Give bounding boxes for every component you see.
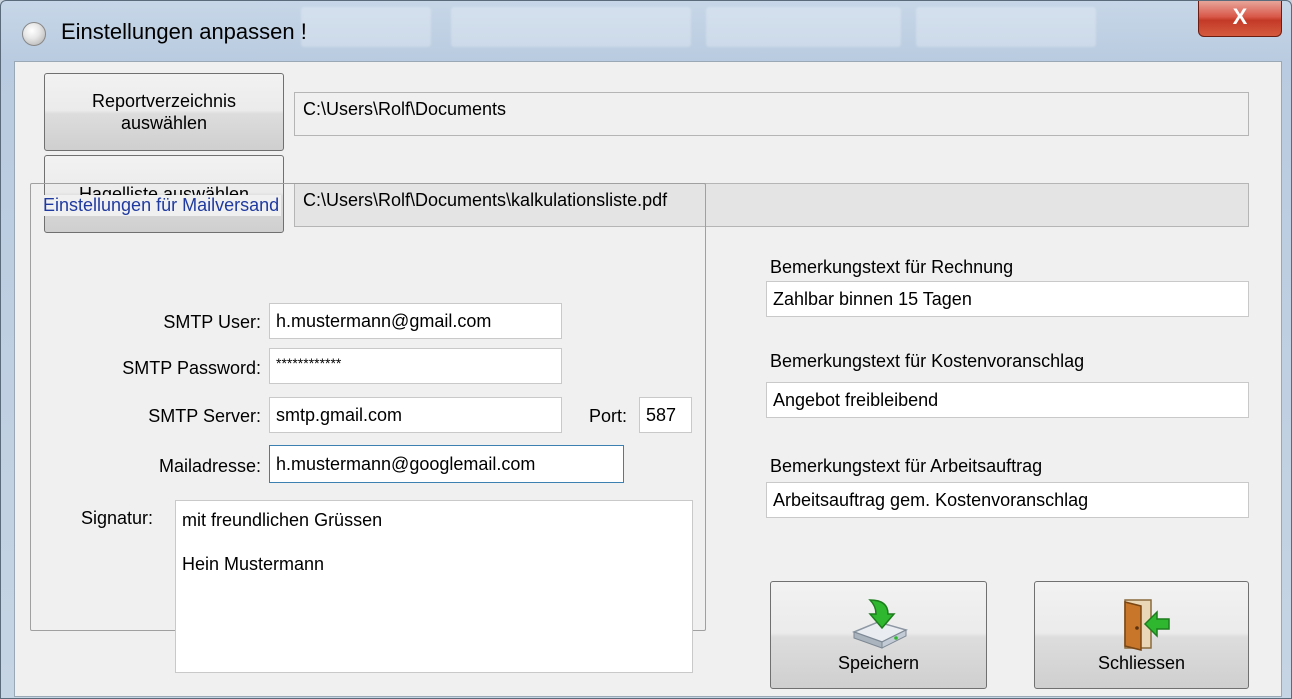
workorder-remark-input[interactable]: Arbeitsauftrag gem. Kostenvoranschlag bbox=[766, 482, 1249, 518]
select-report-directory-button[interactable]: Reportverzeichnis auswählen bbox=[44, 73, 284, 151]
select-report-directory-label: Reportverzeichnis auswählen bbox=[91, 91, 237, 133]
workorder-remark-label: Bemerkungstext für Arbeitsauftrag bbox=[770, 456, 1043, 476]
mail-address-label: Mailadresse: bbox=[158, 456, 261, 476]
smtp-server-input[interactable]: smtp.gmail.com bbox=[269, 397, 562, 433]
port-input[interactable]: 587 bbox=[639, 397, 692, 433]
invoice-remark-label: Bemerkungstext für Rechnung bbox=[770, 257, 1014, 277]
signature-label: Signatur: bbox=[81, 508, 154, 528]
title-bar[interactable]: Einstellungen anpassen ! X bbox=[1, 1, 1291, 61]
smtp-password-label: SMTP Password: bbox=[122, 358, 261, 378]
settings-window: Einstellungen anpassen ! X Reportverzeic… bbox=[0, 0, 1292, 699]
signature-line: mit freundlichen Grüssen bbox=[182, 510, 383, 530]
smtp-password-input[interactable]: ************ bbox=[269, 348, 562, 384]
report-directory-path: C:\Users\Rolf\Documents bbox=[294, 92, 1249, 136]
smtp-server-label: SMTP Server: bbox=[148, 406, 261, 426]
signature-textarea[interactable]: mit freundlichen Grüssen Hein Mustermann bbox=[175, 500, 693, 673]
window-title: Einstellungen anpassen ! bbox=[61, 19, 307, 44]
close-button[interactable]: Schliessen bbox=[1034, 581, 1249, 689]
settings-app-icon bbox=[22, 22, 46, 46]
signature-line: Hein Mustermann bbox=[182, 554, 325, 574]
mail-address-input[interactable]: h.mustermann@googlemail.com bbox=[269, 445, 624, 483]
background-toolbar-ghost bbox=[916, 7, 1096, 47]
mail-settings-group-title: Einstellungen für Mailversand bbox=[41, 195, 282, 216]
background-toolbar-ghost bbox=[706, 7, 901, 47]
background-toolbar-ghost bbox=[451, 7, 691, 47]
port-label: Port: bbox=[588, 406, 627, 426]
save-disk-icon bbox=[851, 599, 908, 649]
estimate-remark-input[interactable]: Angebot freibleibend bbox=[766, 382, 1249, 418]
background-toolbar-ghost bbox=[301, 7, 431, 47]
signature-line bbox=[182, 531, 686, 553]
estimate-remark-label: Bemerkungstext für Kostenvoranschlag bbox=[770, 351, 1085, 371]
smtp-user-label: SMTP User: bbox=[163, 312, 261, 332]
smtp-user-input[interactable]: h.mustermann@gmail.com bbox=[269, 303, 562, 339]
close-button-label: Schliessen bbox=[1097, 653, 1186, 673]
exit-door-icon bbox=[1123, 599, 1170, 651]
save-button-label: Speichern bbox=[837, 653, 920, 673]
save-button[interactable]: Speichern bbox=[770, 581, 987, 689]
window-close-button[interactable]: X bbox=[1198, 1, 1282, 37]
invoice-remark-input[interactable]: Zahlbar binnen 15 Tagen bbox=[766, 281, 1249, 317]
